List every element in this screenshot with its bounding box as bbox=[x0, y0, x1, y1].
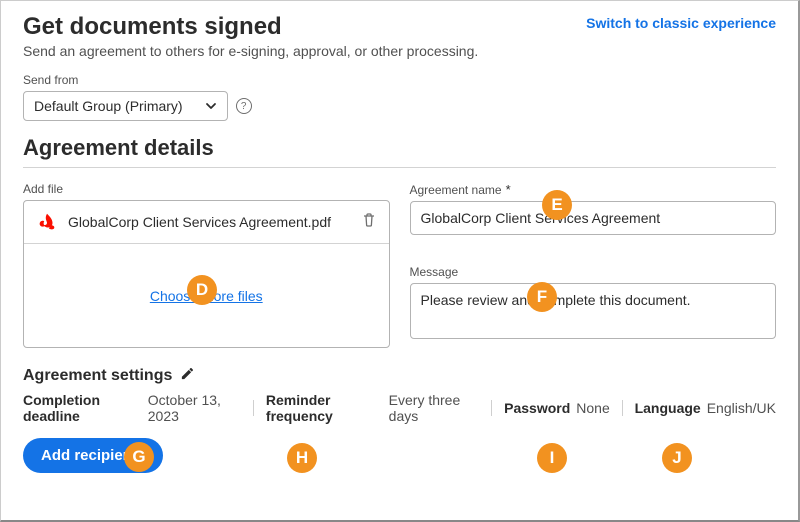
pencil-icon[interactable] bbox=[180, 366, 195, 386]
switch-classic-link[interactable]: Switch to classic experience bbox=[586, 15, 776, 31]
divider bbox=[491, 400, 492, 416]
trash-icon[interactable] bbox=[361, 212, 377, 233]
password-label: Password bbox=[504, 400, 570, 416]
section-agreement-details: Agreement details bbox=[23, 135, 776, 161]
reminder-value: Every three days bbox=[389, 392, 480, 424]
agreement-name-input[interactable] bbox=[410, 201, 777, 235]
deadline-value: October 13, 2023 bbox=[148, 392, 241, 424]
file-name: GlobalCorp Client Services Agreement.pdf bbox=[68, 214, 351, 230]
page-subtitle: Send an agreement to others for e-signin… bbox=[23, 43, 478, 59]
divider bbox=[622, 400, 623, 416]
page-title: Get documents signed bbox=[23, 13, 478, 41]
file-row: GlobalCorp Client Services Agreement.pdf bbox=[24, 201, 389, 244]
divider bbox=[253, 400, 254, 416]
required-star-icon: * bbox=[506, 182, 511, 197]
language-value: English/UK bbox=[707, 400, 776, 416]
agreement-settings-title: Agreement settings bbox=[23, 367, 172, 385]
agreement-name-label: Agreement name* bbox=[410, 182, 777, 197]
send-from-select[interactable]: Default Group (Primary) bbox=[23, 91, 228, 121]
choose-more-files-link[interactable]: Choose more files bbox=[150, 288, 263, 304]
send-from-selected: Default Group (Primary) bbox=[34, 98, 183, 114]
reminder-label: Reminder frequency bbox=[266, 392, 383, 424]
language-label: Language bbox=[635, 400, 701, 416]
add-file-label: Add file bbox=[23, 182, 390, 196]
settings-summary: Completion deadline October 13, 2023 Rem… bbox=[23, 392, 776, 424]
divider bbox=[23, 167, 776, 168]
pdf-icon bbox=[36, 211, 58, 233]
message-textarea[interactable]: Please review and complete this document… bbox=[410, 283, 777, 339]
chevron-down-icon bbox=[205, 100, 217, 112]
password-value: None bbox=[576, 400, 609, 416]
help-icon[interactable]: ? bbox=[236, 98, 252, 114]
add-recipients-button[interactable]: Add recipients bbox=[23, 438, 163, 473]
message-label: Message bbox=[410, 265, 777, 279]
file-dropzone[interactable]: GlobalCorp Client Services Agreement.pdf… bbox=[23, 200, 390, 348]
deadline-label: Completion deadline bbox=[23, 392, 142, 424]
send-from-label: Send from bbox=[23, 73, 776, 87]
